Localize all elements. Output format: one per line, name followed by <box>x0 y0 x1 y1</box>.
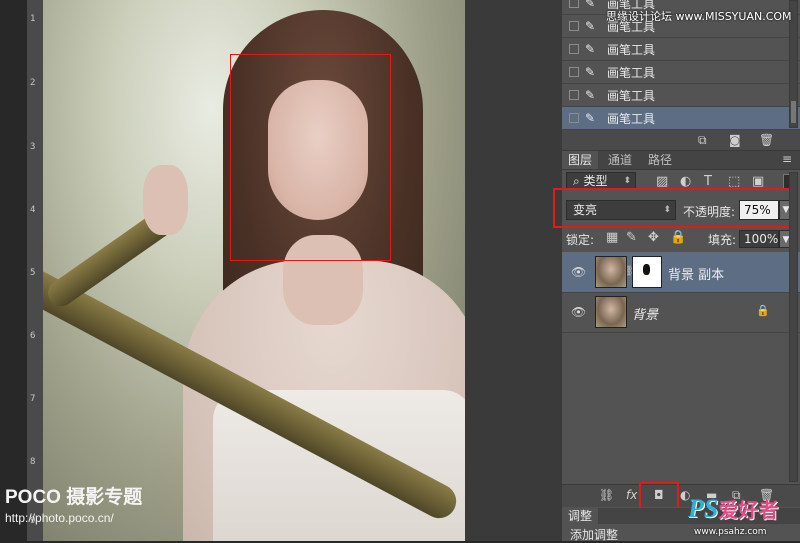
fx-icon[interactable]: fx <box>626 488 637 502</box>
watermark-cn: 爱好者 <box>718 498 779 522</box>
layer-row-background-copy[interactable]: 👁 ⛓ 背景 副本 <box>562 252 800 293</box>
photo-hand-left <box>143 165 188 235</box>
new-document-from-state-icon[interactable]: ⧉ <box>698 133 707 148</box>
eye-icon[interactable]: 👁 <box>571 265 586 279</box>
psahz-watermark: PS爱好者 <box>688 494 778 524</box>
ruler-label: 7 <box>30 394 36 404</box>
link-layers-icon[interactable]: ⛓ <box>599 488 614 502</box>
search-icon: ⌕ <box>573 174 584 188</box>
blend-opacity-highlight <box>553 188 792 228</box>
ruler-label: 2 <box>30 78 36 88</box>
lock-all-icon[interactable]: 🔒 <box>670 230 686 245</box>
layer-kind-label: 类型 <box>583 174 608 188</box>
watermark-brand: POCO 摄影专题 <box>5 487 143 508</box>
tab-adjustments[interactable]: 调整 <box>562 508 599 524</box>
layers-panel-tabs: 图层 通道 路径 ≡ <box>562 151 800 170</box>
panel-menu-icon[interactable]: ≡ <box>782 152 792 166</box>
layer-name[interactable]: 背景 副本 <box>668 264 724 283</box>
lock-label: 锁定: <box>566 233 595 247</box>
history-footer: ⧉ ◙ 🗑 <box>562 130 800 151</box>
history-item-label: 画笔工具 <box>607 88 656 103</box>
filter-smart-object-icon[interactable]: ▣ <box>752 174 764 189</box>
ruler-label: 3 <box>30 142 36 152</box>
layer-thumbnail[interactable] <box>595 296 627 328</box>
chevron-updown-icon: ⬍ <box>623 176 631 186</box>
brush-icon: ✎ <box>585 42 596 56</box>
filter-type-icon[interactable]: T <box>704 174 712 189</box>
poco-watermark: POCO 摄影专题 http://photo.poco.cn/ <box>5 482 142 525</box>
fill-input[interactable]: 100% <box>739 230 779 248</box>
layers-scrollbar[interactable] <box>789 172 798 482</box>
eye-icon[interactable]: 👁 <box>571 305 586 319</box>
ruler-label: 4 <box>30 205 36 215</box>
brush-icon: ✎ <box>585 0 596 10</box>
lock-position-icon[interactable]: ✥ <box>648 230 659 245</box>
brush-icon: ✎ <box>585 65 596 79</box>
tab-layers[interactable]: 图层 <box>562 151 599 169</box>
history-item[interactable]: ✎ 画笔工具 <box>562 61 800 84</box>
watermark-url: http://photo.poco.cn/ <box>5 511 114 525</box>
tab-channels[interactable]: 通道 <box>602 151 638 169</box>
history-item-label: 画笔工具 <box>607 42 656 57</box>
brush-icon: ✎ <box>585 19 596 33</box>
history-checkbox[interactable] <box>569 67 579 77</box>
brush-icon: ✎ <box>585 111 596 125</box>
canvas-gutter <box>465 0 562 541</box>
face-selection-highlight <box>230 54 391 261</box>
history-item-label: 画笔工具 <box>607 111 656 126</box>
lock-transparent-icon[interactable]: ▦ <box>606 230 618 245</box>
history-scroll-thumb[interactable] <box>791 101 796 123</box>
ruler-label: 6 <box>30 331 36 341</box>
layer-thumbnail[interactable] <box>595 256 627 288</box>
history-item-label: 画笔工具 <box>607 65 656 80</box>
psahz-url: www.psahz.com <box>694 527 767 537</box>
history-item-selected[interactable]: ✎ 画笔工具 <box>562 107 800 130</box>
filter-shape-icon[interactable]: ⬚ <box>728 174 740 189</box>
fill-label: 填充: <box>708 233 737 247</box>
watermark-ps: PS <box>688 494 719 523</box>
trash-icon[interactable]: 🗑 <box>759 133 774 147</box>
ruler-label: 1 <box>30 14 36 24</box>
layer-mask-thumbnail[interactable] <box>632 256 662 288</box>
snapshot-camera-icon[interactable]: ◙ <box>729 133 741 147</box>
filter-pixel-icon[interactable]: ▨ <box>656 174 668 189</box>
lock-row: 锁定: ▦ ✎ ✥ 🔒 填充: 100% ▼ <box>562 228 800 250</box>
ruler-label: 5 <box>30 268 36 278</box>
layer-row-background[interactable]: 👁 背景 🔒 <box>562 292 800 333</box>
history-item[interactable]: ✎ 画笔工具 <box>562 38 800 61</box>
history-item[interactable]: ✎ 画笔工具 <box>562 84 800 107</box>
missyuan-watermark: 思缘设计论坛 www.MISSYUAN.COM <box>606 10 792 23</box>
history-checkbox[interactable] <box>569 44 579 54</box>
lock-icon: 🔒 <box>756 304 770 317</box>
history-checkbox[interactable] <box>569 21 579 31</box>
history-checkbox[interactable] <box>569 90 579 100</box>
history-checkbox[interactable] <box>569 113 579 123</box>
tab-paths[interactable]: 路径 <box>642 151 678 169</box>
lock-image-brush-icon[interactable]: ✎ <box>626 230 637 245</box>
layer-name[interactable]: 背景 <box>632 304 658 323</box>
right-panel: ✎ 画笔工具 ✎ 画笔工具 ✎ 画笔工具 ✎ 画笔工具 ✎ 画笔工具 ✎ 画笔工… <box>553 0 800 542</box>
filter-adjustment-icon[interactable]: ◐ <box>680 174 691 189</box>
ruler-label: 8 <box>30 457 36 467</box>
vertical-ruler: 1 2 3 4 5 6 7 8 9 <box>27 0 44 541</box>
brush-icon: ✎ <box>585 88 596 102</box>
history-checkbox[interactable] <box>569 0 579 8</box>
add-adjustment-label: 添加调整 <box>570 528 619 542</box>
